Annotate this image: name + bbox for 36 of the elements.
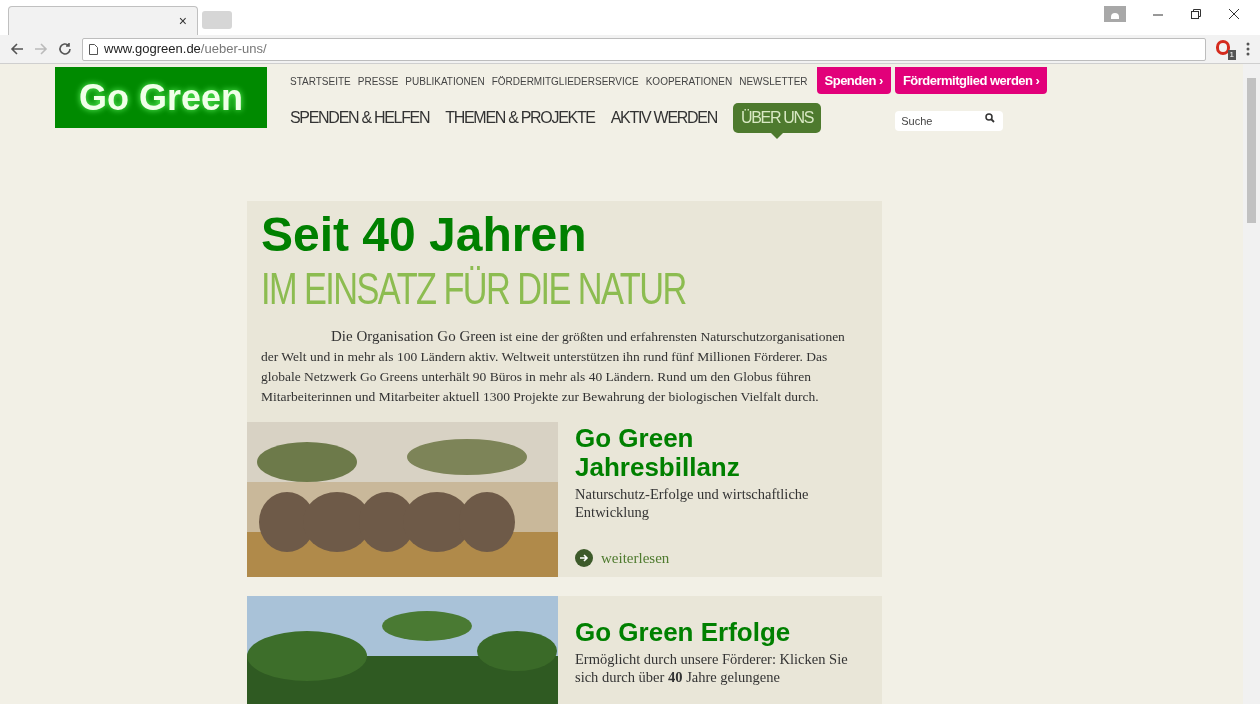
hero-subtitle: IM EINSATZ FÜR DIE NATUR: [261, 264, 686, 314]
cta-button[interactable]: Spenden ›: [816, 67, 891, 94]
close-icon[interactable]: [1228, 8, 1240, 20]
top-nav-link[interactable]: STARTSEITE: [290, 73, 351, 89]
extension-badge: 1: [1227, 50, 1236, 60]
browser-tab[interactable]: ×: [8, 6, 198, 35]
main-nav-tab[interactable]: AKTIV WERDEN: [610, 103, 717, 133]
teaser-text: Naturschutz-Erfolge und wirtschaftliche Entwicklung: [575, 485, 810, 521]
url-text: www.gogreen.de/ueber-uns/: [104, 40, 267, 59]
tab-close-button[interactable]: ×: [178, 10, 187, 32]
search-icon[interactable]: [985, 113, 996, 123]
top-nav-link[interactable]: PUBLIKATIONEN: [405, 73, 485, 89]
menu-icon[interactable]: [1246, 42, 1250, 56]
main-nav-tab[interactable]: THEMEN & PROJEKTE: [445, 103, 595, 133]
hero-title: Seit 40 Jahren: [261, 207, 588, 263]
site-logo[interactable]: Go Green: [55, 67, 267, 128]
page-icon: [89, 43, 98, 55]
main-nav-tab[interactable]: SPENDEN & HELFEN: [290, 103, 430, 133]
teaser-title[interactable]: Go Green Erfolge: [575, 618, 795, 647]
read-more-link[interactable]: weiterlesen: [575, 547, 865, 570]
scrollbar[interactable]: [1243, 64, 1260, 704]
intro-paragraph: Die Organisation Go Green ist eine der größten und erfahrensten Naturschutzorganisationen der Welt und in mehr als 100 Ländern aktiv. Weltweit unterstützen ihn rund fünf Millionen Förderer. Das globale Netzwerk Go Greens unterhält 90 Büros in mehr als 40 Ländern. Rund um den Globus führen Mitarbeiterinnen und Mitarbeiter aktuell 1300 Projekte zur Bewahrung der biologischen Vielfalt durch.: [261, 327, 846, 406]
top-nav-link[interactable]: FÖRDERMITGLIEDERSERVICE: [491, 73, 639, 89]
arrow-circle-icon: [575, 549, 593, 568]
pointer-icon: [771, 133, 784, 139]
teaser-text: Ermöglicht durch unsere Förderer: Klicken Sie sich durch über 40 Jahre gelungene: [575, 650, 849, 686]
search-field[interactable]: Suche: [895, 111, 1004, 131]
address-bar[interactable]: www.gogreen.de/ueber-uns/: [82, 37, 1206, 61]
cta-button[interactable]: Fördermitglied werden ›: [894, 67, 1048, 94]
back-arrow-icon[interactable]: [10, 42, 24, 56]
teaser-title[interactable]: Go Green Jahresbillanz: [575, 424, 795, 482]
reload-icon[interactable]: [58, 42, 72, 56]
top-nav-link[interactable]: NEWSLETTER: [739, 73, 808, 89]
restore-icon[interactable]: [1190, 8, 1202, 20]
top-nav-link[interactable]: KOOPERATIONEN: [645, 73, 733, 89]
top-nav-link[interactable]: PRESSE: [357, 73, 399, 89]
